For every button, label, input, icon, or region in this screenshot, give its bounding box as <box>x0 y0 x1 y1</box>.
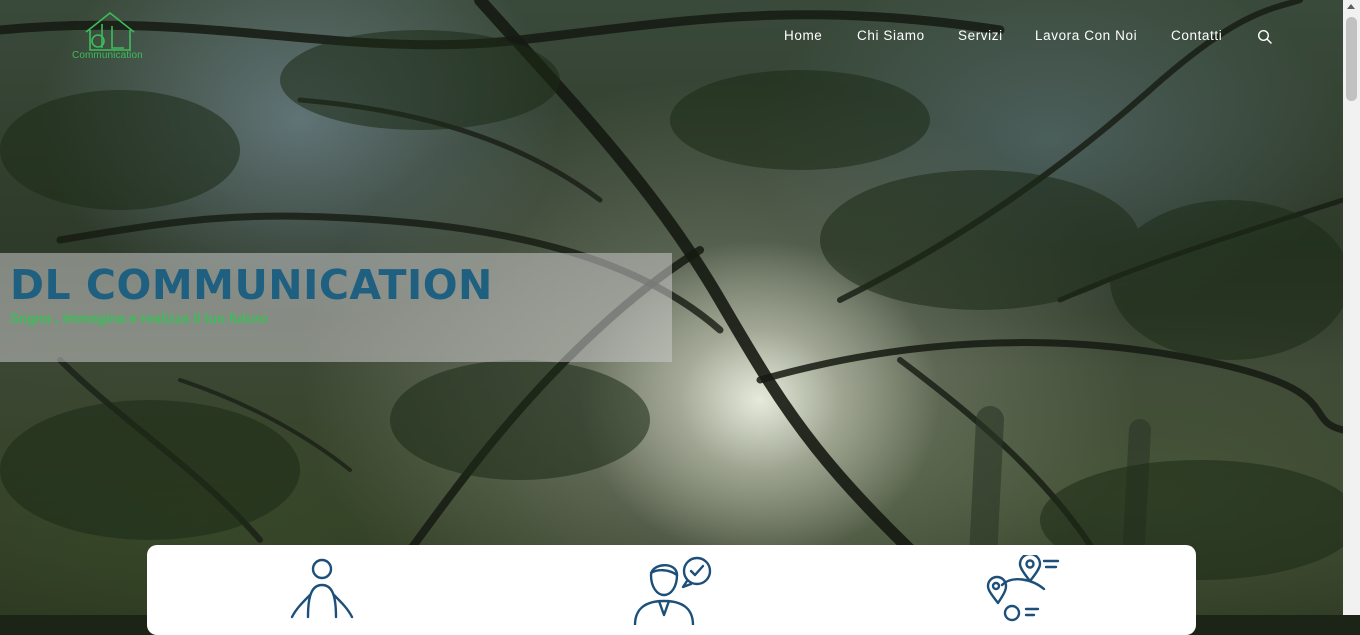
nav-contatti[interactable]: Contatti <box>1171 28 1222 43</box>
nav-home[interactable]: Home <box>784 28 822 43</box>
hero-title-box: DL COMMUNICATION Sogna , Immagina e real… <box>0 253 672 362</box>
nav-lavora-con-noi[interactable]: Lavora Con Noi <box>1035 28 1137 43</box>
nav-chi-siamo[interactable]: Chi Siamo <box>857 28 925 43</box>
hero-title: DL COMMUNICATION <box>10 261 493 309</box>
hero-tagline: Sogna , Immagina e realizza il tuo futur… <box>10 311 269 326</box>
scrollbar[interactable] <box>1343 0 1360 615</box>
nav-servizi[interactable]: Servizi <box>958 28 1003 43</box>
scroll-up-arrow-icon[interactable] <box>1347 4 1355 9</box>
search-icon[interactable] <box>1257 29 1273 45</box>
services-card <box>147 545 1196 635</box>
logo-text: Communication <box>72 50 143 61</box>
scrollbar-thumb[interactable] <box>1346 17 1357 101</box>
